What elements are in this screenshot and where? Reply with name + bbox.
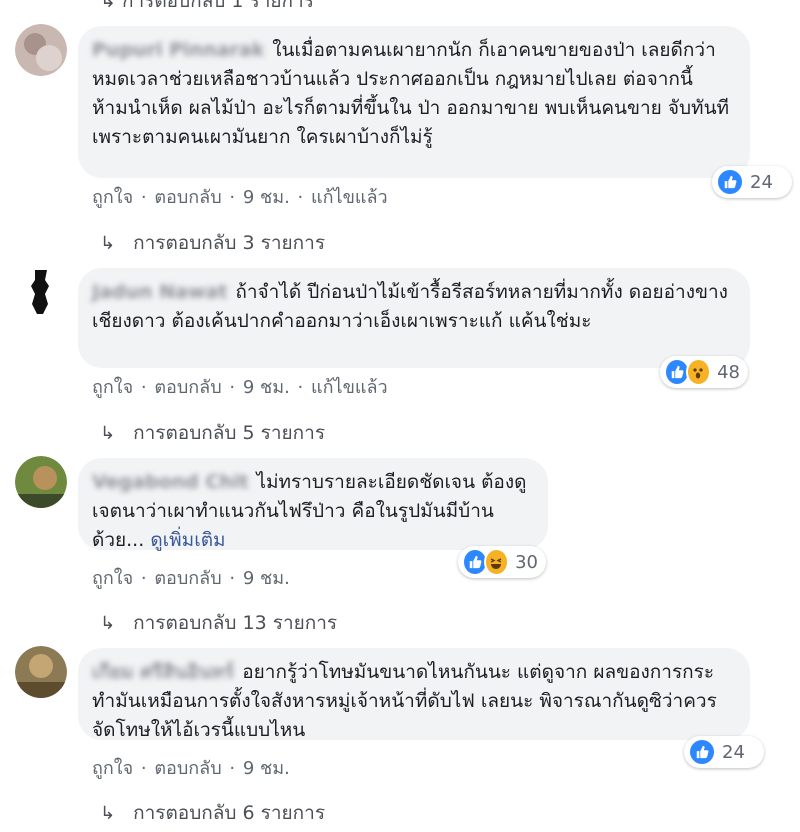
separator: · <box>140 377 147 398</box>
comment-author[interactable]: Vegabond Chit <box>92 468 248 497</box>
reply-arrow-icon: ↳ <box>100 0 116 12</box>
like-link[interactable]: ถูกใจ <box>92 758 133 779</box>
avatar[interactable] <box>15 24 67 76</box>
reaction-summary[interactable]: 24 <box>684 736 764 768</box>
separator: · <box>140 187 147 208</box>
timestamp[interactable]: 9 ชม. <box>243 568 290 589</box>
reply-arrow-icon: ↳ <box>100 612 116 634</box>
separator: · <box>140 568 147 589</box>
replies-label: การตอบกลับ 5 รายการ <box>133 422 326 444</box>
replies-link[interactable]: ↳ การตอบกลับ 13 รายการ <box>100 608 337 638</box>
reply-arrow-icon: ↳ <box>100 802 116 824</box>
separator: · <box>229 187 236 208</box>
edited-label[interactable]: แก้ไขแล้ว <box>311 187 388 208</box>
separator: · <box>297 377 304 398</box>
replies-link[interactable]: ↳ การตอบกลับ 3 รายการ <box>100 228 325 258</box>
separator: · <box>297 187 304 208</box>
replies-link[interactable]: ↳ การตอบกลับ 1 รายการ <box>100 0 314 16</box>
separator: · <box>229 758 236 779</box>
see-more-link[interactable]: ดูเพิ่มเติม <box>150 529 225 551</box>
comment-author[interactable]: Pupuri Pinnarak <box>92 36 264 65</box>
comment-author[interactable]: เกียม ศรีสินอินทร์ <box>92 658 234 687</box>
reaction-count: 48 <box>717 361 740 383</box>
separator: · <box>140 758 147 779</box>
separator: · <box>229 568 236 589</box>
timestamp[interactable]: 9 ชม. <box>243 187 290 208</box>
separator: · <box>229 377 236 398</box>
reaction-count: 24 <box>750 171 773 193</box>
reaction-count: 24 <box>722 741 745 763</box>
comment-bubble: Pupuri Pinnarak ในเมื่อตามคนเผายากนัก ก็เ… <box>78 26 750 178</box>
reaction-summary[interactable]: 24 <box>712 166 792 198</box>
avatar[interactable] <box>15 266 67 318</box>
comment-bubble: Jadun Nawat ถ้าจำได้ ปีก่อนป่าไม้เข้ารื้อ… <box>78 268 750 368</box>
replies-label: การตอบกลับ 13 รายการ <box>133 612 338 634</box>
timestamp[interactable]: 9 ชม. <box>243 377 290 398</box>
comment-actions: ถูกใจ · ตอบกลับ · 9 ชม. · แก้ไขแล้ว <box>92 372 390 401</box>
like-reaction-icon <box>688 738 716 766</box>
reply-link[interactable]: ตอบกลับ <box>154 568 221 589</box>
timestamp[interactable]: 9 ชม. <box>243 758 290 779</box>
reply-arrow-icon: ↳ <box>100 422 116 444</box>
comment-author[interactable]: Jadun Nawat <box>92 278 227 307</box>
reaction-count: 30 <box>515 551 538 573</box>
comment-bubble: เกียม ศรีสินอินทร์ อยากรู้ว่าโทษมันขนาดไห… <box>78 648 750 741</box>
comment-actions: ถูกใจ · ตอบกลับ · 9 ชม. <box>92 563 292 592</box>
like-reaction-icon <box>716 168 744 196</box>
reply-link[interactable]: ตอบกลับ <box>154 187 221 208</box>
reaction-summary[interactable]: 48 <box>660 356 748 388</box>
replies-label: การตอบกลับ 3 รายการ <box>133 232 326 254</box>
like-link[interactable]: ถูกใจ <box>92 187 133 208</box>
reaction-summary[interactable]: 30 <box>458 546 546 578</box>
comment-bubble: Vegabond Chit ไม่ทราบรายละเอียดชัดเจน ต้อ… <box>78 458 548 551</box>
replies-link[interactable]: ↳ การตอบกลับ 6 รายการ <box>100 798 325 828</box>
comment-actions: ถูกใจ · ตอบกลับ · 9 ชม. <box>92 753 292 782</box>
reply-arrow-icon: ↳ <box>100 232 116 254</box>
avatar[interactable] <box>15 456 67 508</box>
replies-link[interactable]: ↳ การตอบกลับ 5 รายการ <box>100 418 325 448</box>
like-link[interactable]: ถูกใจ <box>92 568 133 589</box>
wow-reaction-icon <box>685 358 712 386</box>
like-link[interactable]: ถูกใจ <box>92 377 133 398</box>
reply-link[interactable]: ตอบกลับ <box>154 377 221 398</box>
replies-label: การตอบกลับ 1 รายการ <box>121 0 314 12</box>
edited-label[interactable]: แก้ไขแล้ว <box>311 377 388 398</box>
replies-label: การตอบกลับ 6 รายการ <box>133 802 326 824</box>
reply-link[interactable]: ตอบกลับ <box>154 758 221 779</box>
comment-actions: ถูกใจ · ตอบกลับ · 9 ชม. · แก้ไขแล้ว <box>92 182 390 211</box>
haha-reaction-icon <box>483 548 510 576</box>
avatar[interactable] <box>15 646 67 698</box>
